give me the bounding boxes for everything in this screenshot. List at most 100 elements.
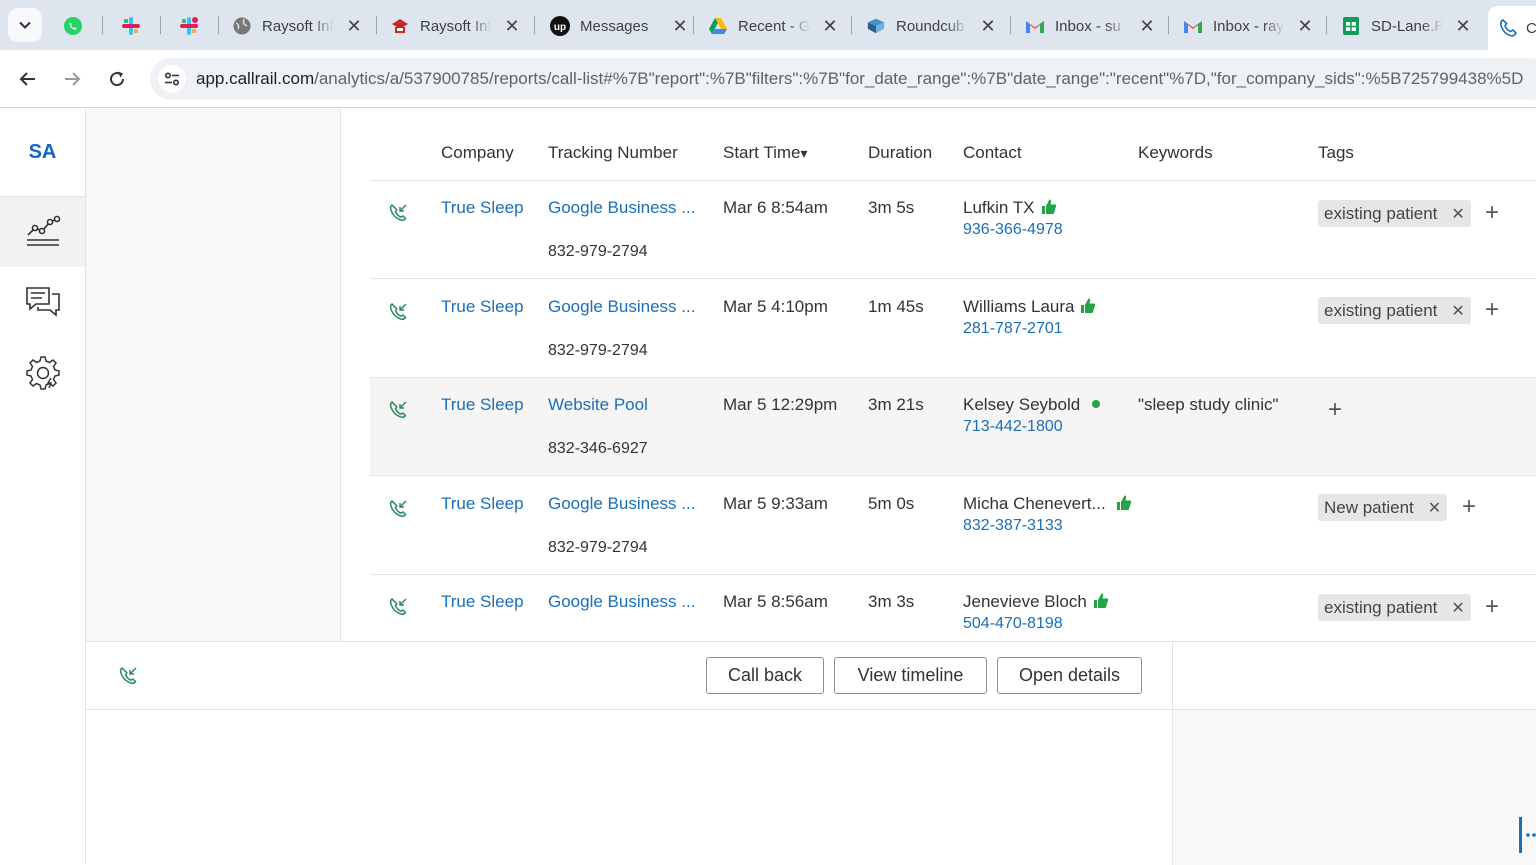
reload-button[interactable] (104, 66, 130, 92)
add-tag-button[interactable]: + (1462, 495, 1476, 519)
slack-icon (121, 16, 141, 36)
call-detail-side-header (1173, 642, 1536, 710)
remove-tag-icon[interactable]: ✕ (1451, 301, 1464, 321)
close-tab-icon[interactable]: ✕ (980, 16, 996, 37)
browser-tab-google-sheets[interactable]: SD-Lane.R ✕ (1341, 6, 1471, 46)
account-badge[interactable]: SA (0, 109, 85, 197)
browser-tab-gmail-1[interactable]: Inbox - su ✕ (1025, 6, 1155, 46)
column-header-tracking-number[interactable]: Tracking Number (548, 143, 678, 163)
tab-title: Inbox - ray (1213, 17, 1284, 35)
contact-phone-link[interactable]: 281-787-2701 (963, 320, 1063, 338)
tab-title: Inbox - su (1055, 17, 1121, 35)
add-tag-button[interactable]: + (1328, 398, 1342, 422)
chevron-down-icon (19, 21, 31, 29)
column-header-tags[interactable]: Tags (1318, 143, 1354, 163)
remove-tag-icon[interactable]: ✕ (1428, 498, 1441, 518)
tracking-source-link[interactable]: Website Pool (548, 395, 648, 415)
browser-tab-messages[interactable]: up Messages ✕ (550, 6, 688, 46)
add-tag-button[interactable]: + (1485, 595, 1499, 619)
close-tab-icon[interactable]: ✕ (1455, 16, 1471, 37)
contact-phone-link[interactable]: 832-387-3133 (963, 517, 1063, 535)
call-back-button[interactable]: Call back (706, 657, 824, 694)
company-link[interactable]: True Sleep (441, 297, 524, 317)
callrail-icon (1498, 18, 1518, 38)
browser-tab-roundcube[interactable]: Roundcub ✕ (866, 6, 996, 46)
browser-tab-whatsapp[interactable] (63, 6, 83, 46)
table-row[interactable]: True Sleep Website Pool 832-346-6927 Mar… (370, 378, 1536, 476)
thumbs-up-icon (1116, 495, 1131, 510)
tag-label: existing patient (1324, 597, 1438, 617)
browser-tab-slack-1[interactable] (121, 6, 141, 46)
tag-label: existing patient (1324, 300, 1438, 320)
column-header-keywords[interactable]: Keywords (1138, 143, 1213, 163)
tab-title: Raysoft Inf (262, 17, 334, 35)
table-row[interactable]: True Sleep Google Business ... 832-979-2… (370, 477, 1536, 575)
forward-button[interactable] (59, 66, 85, 92)
back-button[interactable] (15, 66, 41, 92)
browser-tab-gmail-2[interactable]: Inbox - ray ✕ (1183, 6, 1313, 46)
remove-tag-icon[interactable]: ✕ (1451, 204, 1464, 224)
column-header-company[interactable]: Company (441, 143, 514, 163)
nav-settings[interactable] (0, 337, 85, 407)
contact-phone-link[interactable]: 936-366-4978 (963, 221, 1063, 239)
call-actions-toolbar: Call back View timeline Open details (86, 642, 1173, 710)
table-row[interactable]: True Sleep Google Business ... 832-979-2… (370, 181, 1536, 279)
tab-search-button[interactable] (8, 8, 42, 42)
close-tab-icon[interactable]: ✕ (1297, 16, 1313, 37)
column-header-contact[interactable]: Contact (963, 143, 1022, 163)
browser-tab-raysoft-1[interactable]: Raysoft Inf ✕ (232, 6, 362, 46)
start-time: Mar 5 8:56am (723, 592, 828, 611)
app-sidebar: SA (0, 109, 86, 864)
column-header-start-time[interactable]: Start Time▾ (723, 143, 808, 163)
close-tab-icon[interactable]: ✕ (1139, 16, 1155, 37)
duration: 3m 21s (868, 395, 924, 414)
start-time-label: Start Time (723, 143, 801, 162)
browser-tab-callrail-active[interactable]: C (1488, 6, 1536, 50)
globe-icon (232, 16, 252, 36)
tracking-source-link[interactable]: Google Business ... (548, 592, 695, 612)
add-tag-button[interactable]: + (1485, 298, 1499, 322)
thumbs-up-icon (1081, 298, 1096, 313)
tracking-source-link[interactable]: Google Business ... (548, 297, 695, 317)
close-tab-icon[interactable]: ✕ (672, 16, 688, 37)
close-tab-icon[interactable]: ✕ (504, 16, 520, 37)
keywords: "sleep study clinic" (1138, 395, 1279, 414)
add-tag-button[interactable]: + (1485, 201, 1499, 225)
start-time: Mar 5 4:10pm (723, 297, 828, 316)
close-tab-icon[interactable]: ✕ (346, 16, 362, 37)
tracking-source-link[interactable]: Google Business ... (548, 198, 695, 218)
inbound-call-icon (119, 667, 137, 684)
resize-handle[interactable] (1517, 817, 1536, 853)
nav-conversations[interactable] (0, 267, 85, 337)
browser-tab-google-drive[interactable]: Recent - G ✕ (708, 6, 838, 46)
company-link[interactable]: True Sleep (441, 592, 524, 612)
contact-phone-link[interactable]: 504-470-8198 (963, 615, 1063, 633)
table-row[interactable]: True Sleep Google Business ... Mar 5 8:5… (370, 575, 1536, 641)
svg-text:up: up (554, 22, 566, 33)
tab-title: Recent - G (738, 17, 810, 35)
address-bar[interactable]: app.callrail.com/analytics/a/537900785/r… (150, 58, 1536, 100)
browser-tab-raysoft-2[interactable]: Raysoft Inf ✕ (390, 6, 520, 46)
view-timeline-button[interactable]: View timeline (834, 657, 987, 694)
google-sheets-icon (1341, 16, 1361, 36)
table-row[interactable]: True Sleep Google Business ... 832-979-2… (370, 280, 1536, 378)
contact-name: Jenevieve Bloch (963, 592, 1109, 612)
thumbs-up-icon (1041, 199, 1056, 214)
company-link[interactable]: True Sleep (441, 395, 524, 415)
browser-tab-slack-2[interactable] (179, 6, 199, 46)
company-link[interactable]: True Sleep (441, 494, 524, 514)
roundcube-icon (866, 16, 886, 36)
nav-analytics[interactable] (0, 197, 85, 267)
tracking-phone: 832-979-2794 (548, 539, 648, 556)
contact-name: Williams Laura (963, 297, 1096, 317)
tracking-source-link[interactable]: Google Business ... (548, 494, 695, 514)
url-path: /analytics/a/537900785/reports/call-list… (314, 69, 1524, 88)
column-header-duration[interactable]: Duration (868, 143, 932, 163)
remove-tag-icon[interactable]: ✕ (1451, 598, 1464, 618)
open-details-button[interactable]: Open details (997, 657, 1142, 694)
tag-label: New patient (1324, 497, 1414, 517)
close-tab-icon[interactable]: ✕ (822, 16, 838, 37)
contact-phone-link[interactable]: 713-442-1800 (963, 418, 1063, 436)
site-info-icon[interactable] (158, 65, 186, 93)
company-link[interactable]: True Sleep (441, 198, 524, 218)
